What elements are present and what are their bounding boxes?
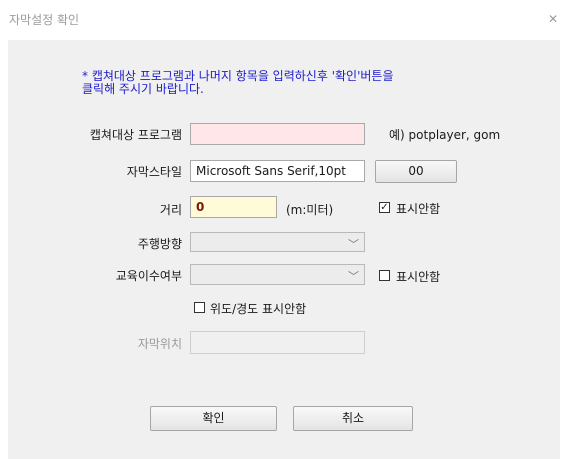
direction-dropdown[interactable]: ﹀	[190, 232, 365, 252]
latlng-hide-label: 위도/경도 표시안함	[210, 302, 307, 316]
completion-hide-checkbox[interactable]	[379, 270, 390, 281]
capture-program-label: 캡쳐대상 프로그램	[89, 128, 182, 142]
subtitle-position-label: 자막위치	[137, 337, 182, 351]
distance-hide-checkbox[interactable]: ✓	[379, 202, 390, 213]
instruction-line-2: 클릭해 주시기 바랍니다.	[82, 82, 204, 96]
capture-program-input[interactable]	[190, 123, 365, 145]
latlng-hide-checkbox[interactable]	[194, 302, 205, 313]
instruction-notice: * 캡쳐대상 프로그램과 나머지 항목을 입력하신후 '확인'버튼을 클릭해 주…	[82, 70, 502, 96]
chevron-down-icon: ﹀	[348, 270, 359, 283]
ok-button[interactable]: 확인	[150, 406, 277, 431]
subtitle-style-field: Microsoft Sans Serif,10pt	[190, 160, 365, 182]
chevron-down-icon: ﹀	[348, 238, 359, 251]
distance-label: 거리	[159, 203, 182, 217]
direction-label: 주행방향	[137, 237, 182, 251]
font-picker-button[interactable]: 00	[375, 160, 457, 183]
distance-hide-label: 표시안함	[396, 202, 441, 216]
completion-label: 교육이수여부	[115, 269, 182, 283]
completion-hide-label: 표시안함	[396, 270, 441, 284]
cancel-button[interactable]: 취소	[293, 406, 413, 431]
distance-unit-label: (m:미터)	[286, 203, 334, 217]
title-bar: 자막설정 확인 ✕	[0, 0, 566, 40]
completion-dropdown[interactable]: ﹀	[190, 264, 365, 285]
subtitle-style-label: 자막스타일	[126, 165, 182, 179]
subtitle-position-input	[190, 331, 365, 354]
capture-program-hint: 예) potplayer, gom	[389, 128, 501, 142]
close-icon[interactable]: ✕	[548, 12, 558, 26]
distance-input[interactable]: 0	[190, 196, 277, 218]
window-title: 자막설정 확인	[9, 13, 80, 27]
